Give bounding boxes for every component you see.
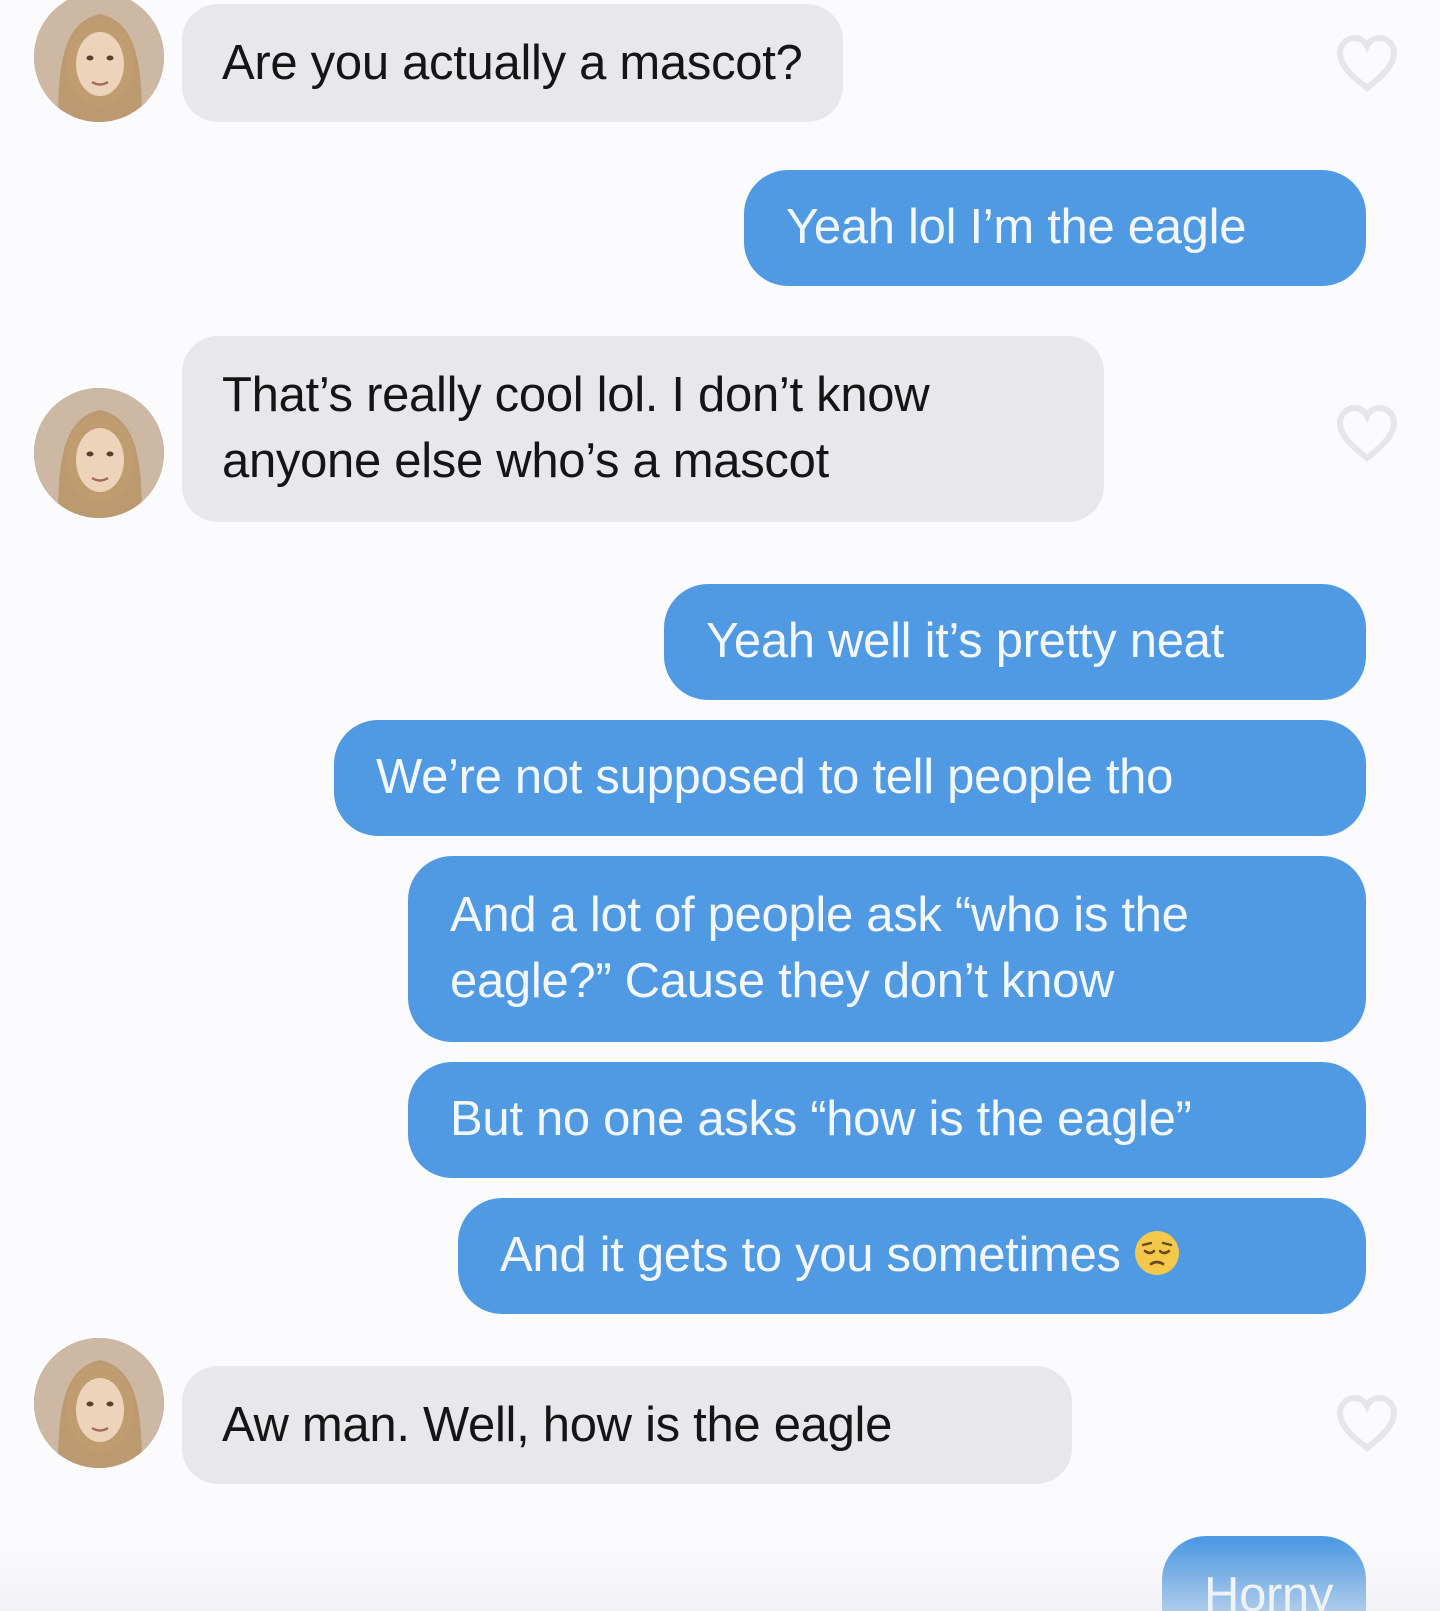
message-text: We’re not supposed to tell people tho	[376, 750, 1174, 804]
message-text-line: That’s really cool lol. I don’t know	[222, 368, 930, 422]
message-bubble-outgoing[interactable]: Yeah well it’s pretty neat	[664, 584, 1366, 700]
message-bubble-outgoing[interactable]: Horny	[1162, 1536, 1366, 1611]
heart-outline-icon[interactable]	[1335, 404, 1399, 464]
chat-thread: Are you actually a mascot? Yeah lol I’m …	[0, 0, 1440, 1611]
message-text: Are you actually a mascot?	[222, 36, 803, 90]
contact-avatar[interactable]	[34, 388, 164, 518]
message-text: And it gets to you sometimes	[500, 1228, 1121, 1282]
pensive-face-emoji	[1133, 1229, 1181, 1277]
message-text: Horny	[1204, 1568, 1334, 1611]
message-text-line: And a lot of people ask “who is the	[450, 888, 1189, 942]
contact-avatar[interactable]	[34, 1338, 164, 1468]
message-bubble-outgoing[interactable]: We’re not supposed to tell people tho	[334, 720, 1366, 836]
message-bubble-incoming[interactable]: Are you actually a mascot?	[182, 4, 843, 122]
message-bubble-outgoing[interactable]: But no one asks “how is the eagle”	[408, 1062, 1366, 1178]
message-bubble-incoming[interactable]: Aw man. Well, how is the eagle	[182, 1366, 1072, 1484]
message-text-line: anyone else who’s a mascot	[222, 434, 829, 488]
heart-outline-icon[interactable]	[1335, 34, 1399, 94]
avatar-photo	[34, 388, 164, 518]
message-text: Yeah lol I’m the eagle	[786, 200, 1247, 254]
message-text: But no one asks “how is the eagle”	[450, 1092, 1192, 1146]
message-text: Yeah well it’s pretty neat	[706, 614, 1224, 668]
message-bubble-incoming[interactable]: That’s really cool lol. I don’t know any…	[182, 336, 1104, 522]
message-bubble-outgoing[interactable]: And a lot of people ask “who is the eagl…	[408, 856, 1366, 1042]
heart-outline-icon[interactable]	[1335, 1394, 1399, 1454]
message-bubble-outgoing[interactable]: And it gets to you sometimes	[458, 1198, 1366, 1314]
avatar-photo	[34, 1338, 164, 1468]
message-text: Aw man. Well, how is the eagle	[222, 1398, 893, 1452]
message-text-line: eagle?” Cause they don’t know	[450, 954, 1115, 1008]
message-bubble-outgoing[interactable]: Yeah lol I’m the eagle	[744, 170, 1366, 286]
avatar-photo	[34, 0, 164, 122]
contact-avatar[interactable]	[34, 0, 164, 122]
